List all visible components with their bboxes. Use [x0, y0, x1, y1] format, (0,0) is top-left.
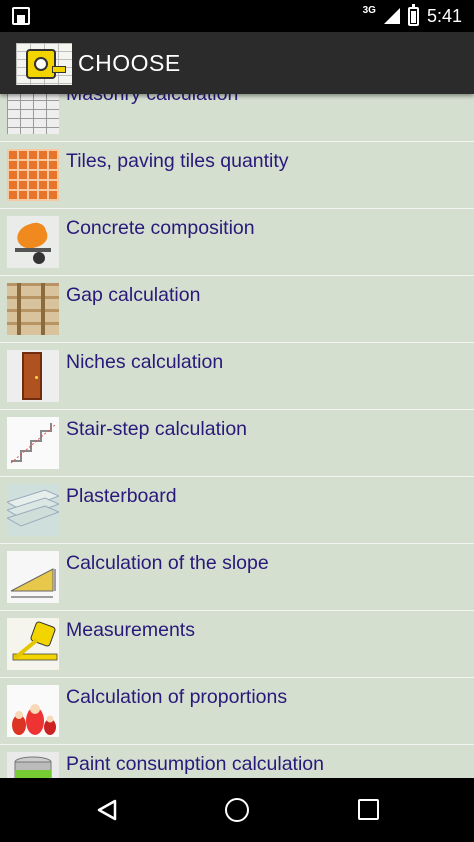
- list-item-measurements[interactable]: Measurements: [0, 611, 474, 678]
- recents-icon[interactable]: [358, 799, 379, 820]
- list-item-label: Plasterboard: [66, 485, 177, 507]
- network-type: 3G: [362, 4, 376, 16]
- measuring-tape-house-icon: [16, 43, 72, 85]
- door-icon: [7, 350, 59, 402]
- list-item-tiles[interactable]: Tiles, paving tiles quantity: [0, 142, 474, 209]
- list-item-label: Stair-step calculation: [66, 418, 248, 440]
- slope-icon: [7, 551, 59, 603]
- list-item-label: Concrete composition: [66, 217, 255, 239]
- list-item-label: Measurements: [66, 619, 195, 641]
- list-item-niches[interactable]: Niches calculation: [0, 343, 474, 410]
- calculator-list[interactable]: Masonry calculation Tiles, paving tiles …: [0, 94, 474, 778]
- wood-beams-icon: [7, 283, 59, 335]
- list-item-label: Masonry calculation: [66, 94, 239, 105]
- clock: 5:41: [426, 5, 462, 26]
- list-item-masonry[interactable]: Masonry calculation: [0, 94, 474, 142]
- measuring-tape-icon: [7, 618, 59, 670]
- list-item-stair-step[interactable]: Stair-step calculation: [0, 410, 474, 477]
- list-item-label: Calculation of proportions: [66, 686, 288, 708]
- list-item-label: Paint consumption calculation: [66, 753, 324, 775]
- stairs-icon: [7, 417, 59, 469]
- paint-can-icon: [7, 752, 59, 778]
- tiles-icon: [7, 149, 59, 201]
- list-item-label: Calculation of the slope: [66, 552, 269, 574]
- back-icon[interactable]: [96, 799, 118, 821]
- battery-icon: [407, 3, 419, 26]
- list-item-label: Gap calculation: [66, 284, 201, 306]
- app-bar: CHOOSE: [0, 32, 474, 94]
- page-title: CHOOSE: [78, 50, 181, 76]
- list-item-gap[interactable]: Gap calculation: [0, 276, 474, 343]
- list-item-paint[interactable]: Paint consumption calculation: [0, 745, 474, 778]
- list-item-label: Niches calculation: [66, 351, 224, 373]
- list-item-plasterboard[interactable]: Plasterboard: [0, 477, 474, 544]
- status-bar: 3G 5:41: [0, 0, 474, 32]
- plasterboard-icon: [7, 484, 59, 536]
- signal-icon: [383, 8, 400, 24]
- home-icon[interactable]: [225, 798, 249, 822]
- list-item-label: Tiles, paving tiles quantity: [66, 150, 289, 172]
- list-item-proportions[interactable]: Calculation of proportions: [0, 678, 474, 745]
- list-item-slope[interactable]: Calculation of the slope: [0, 544, 474, 611]
- navigation-bar: [0, 778, 474, 842]
- concrete-mixer-icon: [7, 216, 59, 268]
- nesting-dolls-icon: [7, 685, 59, 737]
- list-item-concrete[interactable]: Concrete composition: [0, 209, 474, 276]
- notification-icon: [12, 7, 30, 25]
- brick-wall-icon: [7, 94, 59, 134]
